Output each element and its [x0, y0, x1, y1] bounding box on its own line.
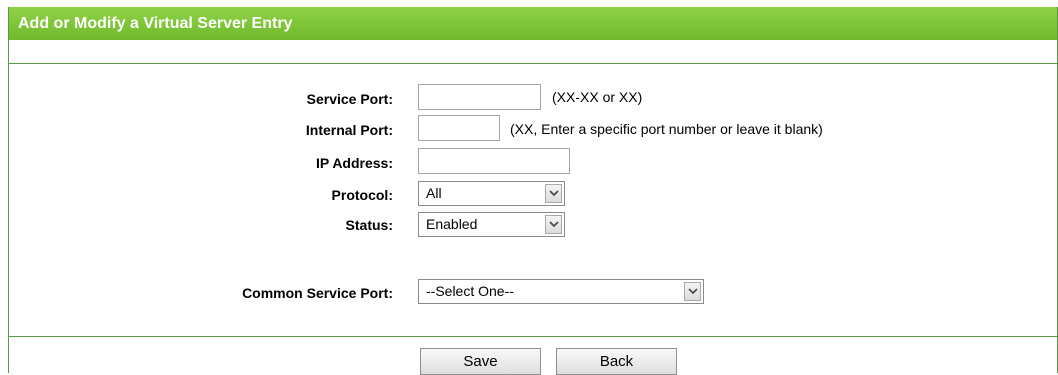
divider: [9, 336, 1057, 337]
divider: [9, 63, 1057, 64]
common-service-port-label: Common Service Port:: [242, 285, 393, 301]
service-port-hint: (XX-XX or XX): [552, 89, 643, 105]
protocol-select[interactable]: All: [418, 181, 565, 206]
status-select[interactable]: Enabled: [418, 212, 565, 237]
internal-port-hint: (XX, Enter a specific port number or lea…: [510, 121, 823, 137]
chevron-down-icon[interactable]: [545, 184, 562, 203]
ip-address-label: IP Address:: [315, 155, 393, 171]
back-button[interactable]: Back: [556, 348, 677, 375]
status-value: Enabled: [426, 216, 478, 232]
save-button[interactable]: Save: [420, 348, 541, 375]
internal-port-label: Internal Port:: [305, 122, 393, 138]
internal-port-input[interactable]: [418, 115, 500, 141]
service-port-label: Service Port:: [306, 91, 393, 107]
service-port-input[interactable]: [418, 84, 541, 110]
chevron-down-icon[interactable]: [545, 215, 562, 234]
chevron-down-icon[interactable]: [684, 282, 701, 301]
protocol-label: Protocol:: [331, 187, 393, 203]
common-service-port-value: --Select One--: [426, 283, 514, 299]
status-label: Status:: [345, 217, 393, 233]
panel-title: Add or Modify a Virtual Server Entry: [9, 7, 1057, 40]
virtual-server-panel: Add or Modify a Virtual Server Entry Ser…: [8, 7, 1058, 375]
common-service-port-select[interactable]: --Select One--: [418, 279, 704, 304]
ip-address-input[interactable]: [418, 148, 570, 174]
protocol-value: All: [426, 185, 442, 201]
